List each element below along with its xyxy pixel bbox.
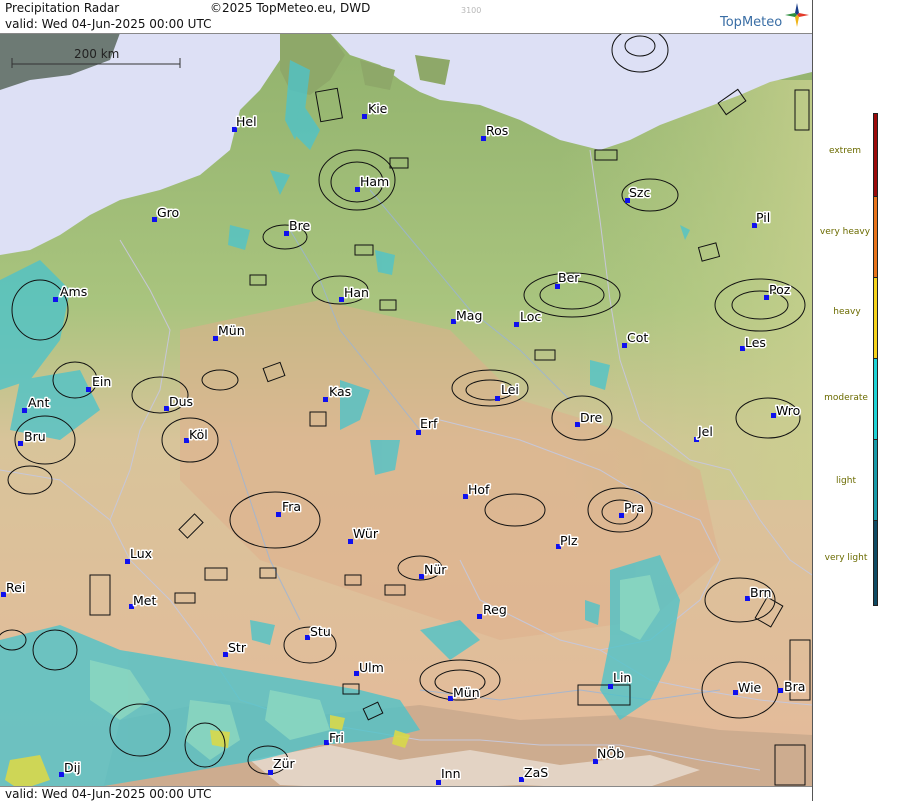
svg-text:Fri: Fri: [329, 730, 344, 745]
legend-label-very-heavy: very heavy: [819, 227, 871, 237]
svg-text:Plz: Plz: [560, 533, 578, 548]
svg-text:NÖb: NÖb: [597, 745, 624, 761]
svg-text:Bre: Bre: [289, 218, 310, 233]
svg-text:Ber: Ber: [558, 270, 580, 285]
svg-text:Rei: Rei: [6, 580, 25, 595]
svg-text:Mag: Mag: [456, 308, 482, 323]
legend-swatch-heavy: [873, 278, 878, 359]
legend-swatch-light: [873, 440, 878, 521]
svg-text:Ros: Ros: [486, 123, 508, 138]
city-marker[interactable]: ZaS: [519, 764, 550, 782]
svg-text:Lin: Lin: [613, 670, 631, 685]
svg-text:Les: Les: [745, 335, 766, 350]
svg-text:Dij: Dij: [64, 760, 81, 775]
legend-swatch-very-light: [873, 521, 878, 606]
svg-text:Poz: Poz: [769, 282, 791, 297]
city-marker[interactable]: Gro: [152, 204, 181, 222]
svg-text:Köl: Köl: [189, 427, 208, 442]
copyright-text: ©2025 TopMeteo.eu, DWD: [210, 1, 371, 15]
svg-text:Bra: Bra: [784, 679, 805, 694]
svg-text:ZaS: ZaS: [524, 765, 548, 780]
city-marker[interactable]: Ulm: [354, 659, 385, 677]
legend-label-moderate: moderate: [824, 393, 868, 403]
svg-text:Mün: Mün: [453, 685, 480, 700]
svg-text:Stu: Stu: [310, 624, 331, 639]
svg-text:Ant: Ant: [28, 395, 49, 410]
svg-text:Reg: Reg: [483, 602, 507, 617]
svg-text:Fra: Fra: [282, 499, 301, 514]
city-marker[interactable]: Nür: [419, 561, 449, 579]
svg-text:Wro: Wro: [776, 403, 800, 418]
svg-text:Met: Met: [133, 593, 156, 608]
city-marker[interactable]: Mün: [448, 684, 481, 702]
svg-text:Ulm: Ulm: [359, 660, 384, 675]
legend-label-very-light: very light: [824, 553, 868, 563]
svg-text:Pra: Pra: [624, 500, 644, 515]
svg-text:Ein: Ein: [92, 374, 111, 389]
svg-text:Dus: Dus: [169, 394, 193, 409]
svg-text:Mün: Mün: [218, 323, 245, 338]
svg-text:Loc: Loc: [520, 309, 541, 324]
svg-text:Cot: Cot: [627, 330, 648, 345]
legend-swatch-very-heavy: [873, 197, 878, 278]
svg-text:Lux: Lux: [130, 546, 152, 561]
legend-label-heavy: heavy: [833, 307, 861, 317]
svg-text:Pil: Pil: [756, 210, 770, 225]
valid-time-footer: valid: Wed 04-Jun-2025 00:00 UTC: [5, 787, 212, 801]
svg-text:Gro: Gro: [157, 205, 179, 220]
svg-text:Kie: Kie: [368, 101, 388, 116]
city-marker[interactable]: Dre: [575, 409, 604, 427]
compass-logo-icon: [785, 3, 809, 27]
city-marker[interactable]: Hof: [463, 481, 492, 499]
svg-text:Inn: Inn: [441, 766, 461, 781]
legend-swatch-extrem: [873, 113, 878, 197]
radar-map[interactable]: Hel Kie Ros Ham Szc Gro Bre Pil Ams Han …: [0, 0, 812, 801]
legend-label-light: light: [836, 476, 856, 486]
city-marker[interactable]: Wro: [771, 402, 802, 420]
legend-colorbar: [873, 113, 878, 606]
svg-text:Wür: Wür: [353, 526, 379, 541]
svg-text:Ham: Ham: [360, 174, 389, 189]
svg-text:Wie: Wie: [738, 680, 762, 695]
scale-bar-label: 200 km: [74, 47, 119, 61]
svg-text:Kas: Kas: [329, 384, 351, 399]
svg-text:Erf: Erf: [420, 416, 438, 431]
svg-text:Jel: Jel: [697, 424, 713, 439]
city-marker[interactable]: Mag: [451, 307, 484, 325]
city-marker[interactable]: Plz: [556, 532, 580, 550]
legend-label-extrem: extrem: [828, 146, 862, 156]
map-frame: Hel Kie Ros Ham Szc Gro Bre Pil Ams Han …: [0, 0, 813, 801]
svg-text:Szc: Szc: [629, 185, 650, 200]
svg-text:Hof: Hof: [468, 482, 490, 497]
svg-text:Han: Han: [344, 285, 369, 300]
legend-swatch-moderate: [873, 359, 878, 440]
svg-text:Dre: Dre: [580, 410, 602, 425]
product-title: Precipitation Radar: [5, 1, 120, 15]
valid-time-header: valid: Wed 04-Jun-2025 00:00 UTC: [5, 17, 212, 31]
city-marker[interactable]: Wie: [733, 679, 763, 697]
svg-text:Nür: Nür: [424, 562, 447, 577]
faint-number: 3100: [461, 6, 482, 15]
topmeteo-logo: TopMeteo: [720, 15, 783, 30]
svg-text:Bru: Bru: [24, 429, 46, 444]
svg-text:Lei: Lei: [501, 382, 519, 397]
svg-text:Zür: Zür: [273, 756, 295, 771]
svg-text:Hel: Hel: [236, 114, 257, 129]
city-marker[interactable]: Met: [129, 592, 158, 610]
svg-text:Str: Str: [228, 640, 247, 655]
city-marker[interactable]: Han: [339, 284, 370, 302]
city-marker[interactable]: Dus: [164, 393, 195, 411]
svg-text:Brn: Brn: [750, 585, 771, 600]
svg-text:Ams: Ams: [60, 284, 87, 299]
